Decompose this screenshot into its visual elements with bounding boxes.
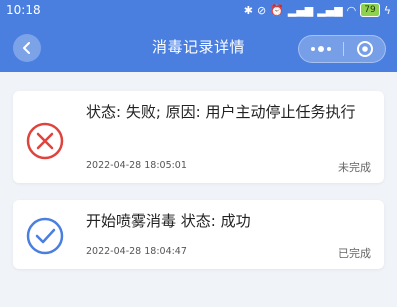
record-time: 2022-04-28 18:04:47 — [86, 246, 187, 257]
success-check-icon — [26, 217, 64, 255]
status-icons: ✱ ⊘ ⏰ ▂▄▆ ▂▄▆ ◠ 79 ϟ — [244, 3, 391, 17]
record-state: 已完成 — [338, 247, 371, 260]
target-icon — [357, 41, 373, 57]
record-time: 2022-04-28 18:05:01 — [86, 160, 187, 171]
record-title: 状态: 失败; 原因: 用户主动停止任务执行 — [86, 103, 356, 121]
nav-bar: 消毒记录详情 — [0, 22, 397, 72]
fail-x-icon — [26, 122, 64, 160]
alarm-icon: ⏰ — [270, 3, 284, 17]
battery-icon: 79 — [360, 3, 380, 17]
bluetooth-icon: ✱ — [243, 3, 253, 17]
mini-program-capsule — [298, 35, 386, 63]
more-dot-icon — [327, 47, 331, 51]
record-card[interactable]: 开始喷雾消毒 状态: 成功 2022-04-28 18:04:47 已完成 — [13, 200, 384, 269]
signal-icon: ▂▄▆ — [287, 3, 314, 17]
record-state: 未完成 — [338, 161, 371, 174]
signal-icon-2: ▂▄▆ — [317, 3, 343, 17]
status-time: 10:18 — [6, 3, 41, 17]
more-dot-icon — [318, 46, 324, 52]
charging-icon: ϟ — [383, 3, 391, 17]
close-mini-program-button[interactable] — [343, 36, 387, 62]
wifi-icon: ◠ — [346, 3, 357, 17]
record-title: 开始喷雾消毒 状态: 成功 — [86, 212, 251, 230]
more-button[interactable] — [299, 36, 343, 62]
status-bar: 10:18 ✱ ⊘ ⏰ ▂▄▆ ▂▄▆ ◠ 79 ϟ — [0, 0, 397, 22]
record-card[interactable]: 状态: 失败; 原因: 用户主动停止任务执行 2022-04-28 18:05:… — [13, 91, 384, 183]
more-dot-icon — [311, 47, 315, 51]
mute-icon: ⊘ — [256, 3, 267, 17]
